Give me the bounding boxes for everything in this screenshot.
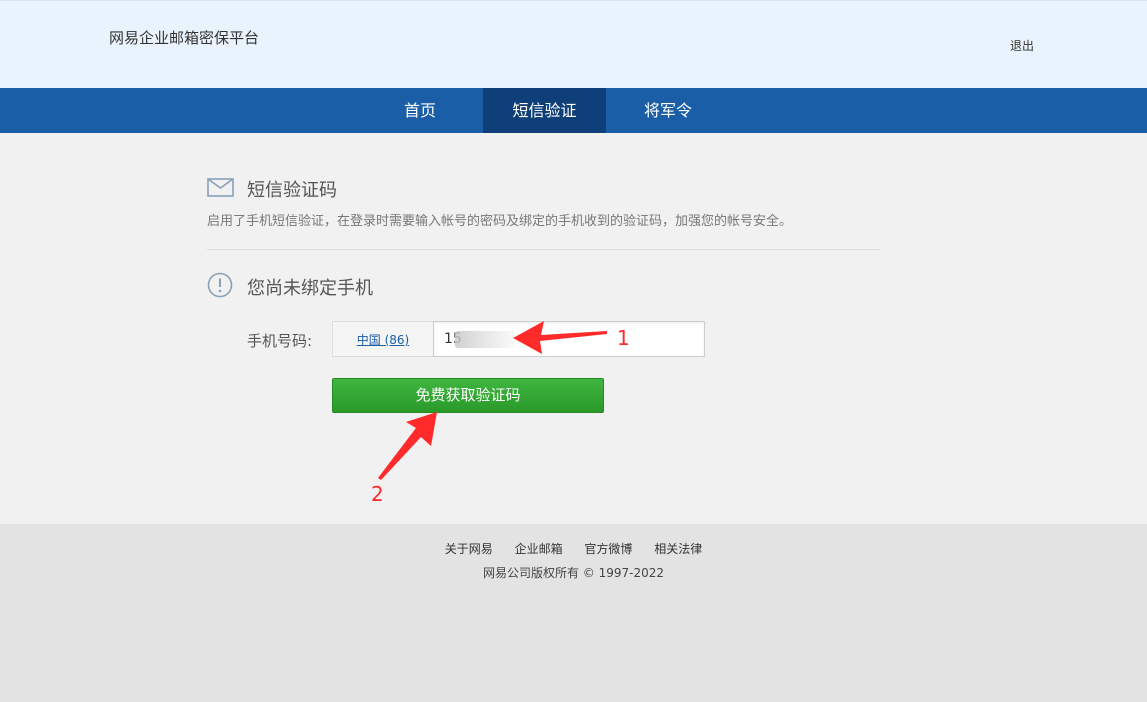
- footer-link-enterprise-mail[interactable]: 企业邮箱: [515, 542, 563, 556]
- footer-link-about[interactable]: 关于网易: [445, 542, 493, 556]
- nav-tab-token[interactable]: 将军令: [606, 88, 730, 133]
- footer-link-legal[interactable]: 相关法律: [654, 542, 702, 556]
- get-verification-code-button[interactable]: 免费获取验证码: [332, 378, 604, 413]
- warning-circle-icon: [207, 272, 233, 298]
- country-code-link[interactable]: 中国 (86): [357, 333, 409, 347]
- footer-links: 关于网易 企业邮箱 官方微博 相关法律: [0, 540, 1147, 557]
- country-code-selector[interactable]: 中国 (86): [332, 321, 434, 357]
- main-nav: 首页 短信验证 将军令: [0, 88, 1147, 133]
- arrow-2-icon: [378, 412, 437, 480]
- status-text: 您尚未绑定手机: [247, 278, 373, 299]
- redacted-phone-blur: [455, 331, 515, 348]
- annotation-label-1: 1: [617, 326, 630, 350]
- phone-label: 手机号码:: [247, 332, 313, 350]
- section-title: 短信验证码: [247, 180, 337, 201]
- brand-title: 网易企业邮箱密保平台: [109, 29, 260, 47]
- logout-link[interactable]: 退出: [1010, 37, 1034, 54]
- page-footer: 关于网易 企业邮箱 官方微博 相关法律 网易公司版权所有 © 1997-2022: [0, 524, 1147, 702]
- copyright: 网易公司版权所有 © 1997-2022: [482, 566, 665, 580]
- mail-icon: [207, 178, 234, 197]
- annotation-label-2: 2: [371, 482, 384, 506]
- page-header: 网易企业邮箱密保平台 退出: [0, 0, 1147, 88]
- nav-tab-home[interactable]: 首页: [358, 88, 482, 133]
- divider: [207, 249, 880, 250]
- section-description: 启用了手机短信验证，在登录时需要输入帐号的密码及绑定的手机收到的验证码，加强您的…: [207, 214, 793, 229]
- footer-link-weibo[interactable]: 官方微博: [584, 542, 632, 556]
- nav-tab-sms-verification[interactable]: 短信验证: [483, 88, 606, 133]
